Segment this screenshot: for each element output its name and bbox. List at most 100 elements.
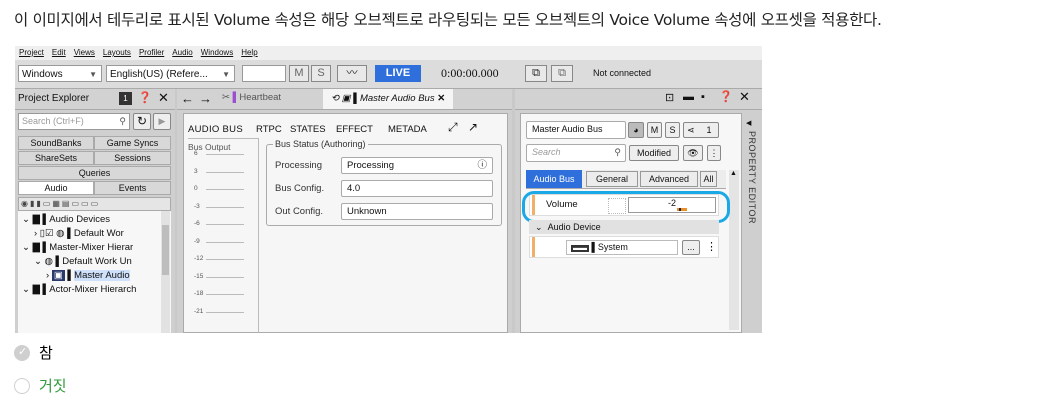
scrollbar-thumb[interactable] bbox=[162, 225, 169, 275]
play-icon[interactable]: ▶ bbox=[153, 113, 171, 130]
scrollbar[interactable]: ▲ bbox=[729, 170, 739, 330]
property-editor-side-tab[interactable]: ◀ PROPERTY EDITOR bbox=[744, 119, 760, 319]
tab-queries[interactable]: Queries bbox=[18, 166, 171, 180]
pin-icon[interactable]: ⊡ bbox=[665, 91, 674, 104]
audio-device-row: ▬▬ ▌System ... ⋮ bbox=[529, 236, 719, 258]
trend-icon[interactable]: 〰 bbox=[337, 65, 367, 82]
eye-icon[interactable]: 👁 bbox=[683, 145, 703, 161]
subtab-effect[interactable]: EFFECT bbox=[336, 124, 373, 135]
menu-views[interactable]: Views bbox=[74, 46, 95, 60]
tab-general[interactable]: General bbox=[586, 171, 638, 187]
tree-item[interactable]: ⌄ ▇ ▌Audio Devices bbox=[22, 214, 110, 226]
audio-device-field[interactable]: ▬▬ ▌System bbox=[566, 240, 678, 255]
close-tab-icon[interactable]: ✕ bbox=[437, 93, 445, 104]
remote-disconnect-icon[interactable]: ⧉ bbox=[551, 65, 573, 82]
menu-project[interactable]: Project bbox=[19, 46, 44, 60]
meter-tick-label: -3 bbox=[194, 202, 200, 210]
tab-events[interactable]: Events bbox=[94, 181, 171, 195]
radio-unchecked-icon[interactable] bbox=[14, 377, 30, 394]
solo-button[interactable]: S bbox=[665, 122, 680, 138]
meter-tick-label: 3 bbox=[194, 167, 198, 175]
meter-tick-label: -18 bbox=[194, 290, 204, 297]
tab-advanced[interactable]: Advanced bbox=[640, 171, 698, 187]
mute-button[interactable]: M bbox=[289, 65, 309, 82]
forward-icon[interactable]: → bbox=[199, 91, 212, 106]
tree-item[interactable]: › ▯☑ ◍ ▌Default Wor bbox=[34, 228, 124, 240]
menu-help[interactable]: Help bbox=[241, 46, 257, 60]
menu-audio[interactable]: Audio bbox=[172, 46, 192, 60]
modified-button[interactable]: Modified bbox=[629, 145, 679, 161]
tab-heartbeat[interactable]: ✂ ▌Heartbeat bbox=[222, 92, 281, 103]
subtab-states[interactable]: STATES bbox=[290, 124, 326, 135]
transport-time: 0:00:00.000 bbox=[441, 66, 499, 80]
language-select[interactable]: English(US) (Refere... ▼ bbox=[106, 65, 235, 82]
menu-layouts[interactable]: Layouts bbox=[103, 46, 131, 60]
meter-tick-line bbox=[206, 311, 244, 313]
info-icon[interactable]: ⓘ bbox=[477, 158, 487, 173]
close-icon[interactable]: ✕ bbox=[739, 89, 750, 105]
tab-audio[interactable]: Audio bbox=[18, 181, 94, 195]
reference-count[interactable]: ⋖ 1 bbox=[683, 122, 719, 138]
processing-value: Processing bbox=[347, 160, 394, 171]
help-icon[interactable]: ❓ bbox=[138, 91, 152, 104]
save-icon[interactable]: ▪ bbox=[701, 91, 705, 103]
option-false[interactable]: 거짓 bbox=[14, 375, 67, 396]
property-search-input[interactable]: Search ⚲ bbox=[526, 144, 626, 162]
more-icon[interactable]: ⋮ bbox=[706, 240, 717, 253]
object-type-toolbar[interactable]: ◉▮▮▭▦▤▭▭▭ bbox=[18, 197, 171, 211]
solo-button[interactable]: S bbox=[311, 65, 331, 82]
tab-sharesets[interactable]: ShareSets bbox=[18, 151, 94, 165]
menu-edit[interactable]: Edit bbox=[52, 46, 66, 60]
object-editor: ← → ✂ ▌Heartbeat ⟲ ▣ ▌Master Audio Bus ✕… bbox=[177, 89, 512, 333]
tree-item[interactable]: ⌄ ◍ ▌Default Work Un bbox=[34, 256, 132, 268]
menu-windows[interactable]: Windows bbox=[201, 46, 233, 60]
tab-all[interactable]: All bbox=[700, 171, 717, 187]
layout-select[interactable]: Windows ▼ bbox=[18, 65, 102, 82]
close-icon[interactable]: ✕ bbox=[158, 90, 169, 106]
layout-badge[interactable]: 1 bbox=[119, 92, 132, 105]
search-placeholder: Search (Ctrl+F) bbox=[22, 116, 84, 126]
property-editor-header: ⊡ ▬ ▪ ❓ ✕ bbox=[515, 89, 762, 110]
color-icon[interactable]: ◕ bbox=[628, 122, 644, 138]
tab-heartbeat-label: Heartbeat bbox=[239, 92, 282, 103]
tab-sessions[interactable]: Sessions bbox=[94, 151, 171, 165]
live-button[interactable]: LIVE bbox=[375, 65, 421, 82]
subtab-metadata[interactable]: METADA bbox=[388, 124, 427, 135]
tab-audio-bus[interactable]: Audio Bus bbox=[526, 170, 582, 188]
tab-soundbanks[interactable]: SoundBanks bbox=[18, 136, 94, 150]
collapse-side-icon: ◀ bbox=[746, 120, 752, 127]
subtab-audio-bus[interactable]: AUDIO BUS bbox=[188, 124, 243, 135]
tree-item[interactable]: › ▣ ▌Master Audio bbox=[46, 270, 130, 282]
project-tree: ⌄ ▇ ▌Audio Devices › ▯☑ ◍ ▌Default Wor ⌄… bbox=[18, 211, 171, 333]
wwise-screenshot: Project Edit Views Layouts Profiler Audio Wind… bbox=[15, 46, 762, 333]
help-icon[interactable]: ❓ bbox=[719, 90, 733, 103]
audio-device-group[interactable]: ⌄ Audio Device bbox=[529, 220, 719, 234]
more-icon[interactable]: ⋮ bbox=[707, 145, 721, 161]
mute-button[interactable]: M bbox=[647, 122, 662, 138]
tree-item[interactable]: ⌄ ▇ ▌Actor-Mixer Hierarch bbox=[22, 284, 136, 296]
option-false-label: 거짓 bbox=[39, 377, 67, 395]
meter-tick-line bbox=[206, 224, 244, 225]
meter-tick-label: -9 bbox=[194, 237, 200, 245]
row-marker bbox=[532, 237, 535, 257]
project-search-input[interactable]: Search (Ctrl+F) ⚲ bbox=[18, 113, 130, 130]
scrollbar[interactable] bbox=[161, 211, 170, 333]
sync-icon[interactable]: ↻ bbox=[133, 113, 151, 130]
tree-item[interactable]: ⌄ ▇ ▌Master-Mixer Hierar bbox=[22, 242, 133, 254]
folder-icon[interactable]: ▬ bbox=[683, 91, 694, 103]
remote-connect-icon[interactable]: ⧉ bbox=[525, 65, 547, 82]
expand-icon[interactable]: ⤢ bbox=[448, 120, 458, 135]
radio-checked-icon[interactable]: ✓ bbox=[14, 344, 30, 361]
meter-tick-label: 0 bbox=[194, 185, 198, 192]
tab-master-audio-bus[interactable]: ⟲ ▣ ▌Master Audio Bus ✕ bbox=[323, 89, 453, 109]
scroll-up-icon[interactable]: ▲ bbox=[730, 170, 737, 177]
subtab-rtpc[interactable]: RTPC bbox=[256, 124, 282, 135]
toolbar-blank-field[interactable] bbox=[242, 65, 286, 82]
open-external-icon[interactable]: ↗ bbox=[468, 120, 478, 134]
tab-game-syncs[interactable]: Game Syncs bbox=[94, 136, 171, 150]
browse-button[interactable]: ... bbox=[682, 240, 700, 255]
processing-label: Processing bbox=[275, 160, 322, 171]
back-icon[interactable]: ← bbox=[181, 91, 194, 106]
option-true[interactable]: ✓ 참 bbox=[14, 342, 53, 363]
menu-profiler[interactable]: Profiler bbox=[139, 46, 164, 60]
